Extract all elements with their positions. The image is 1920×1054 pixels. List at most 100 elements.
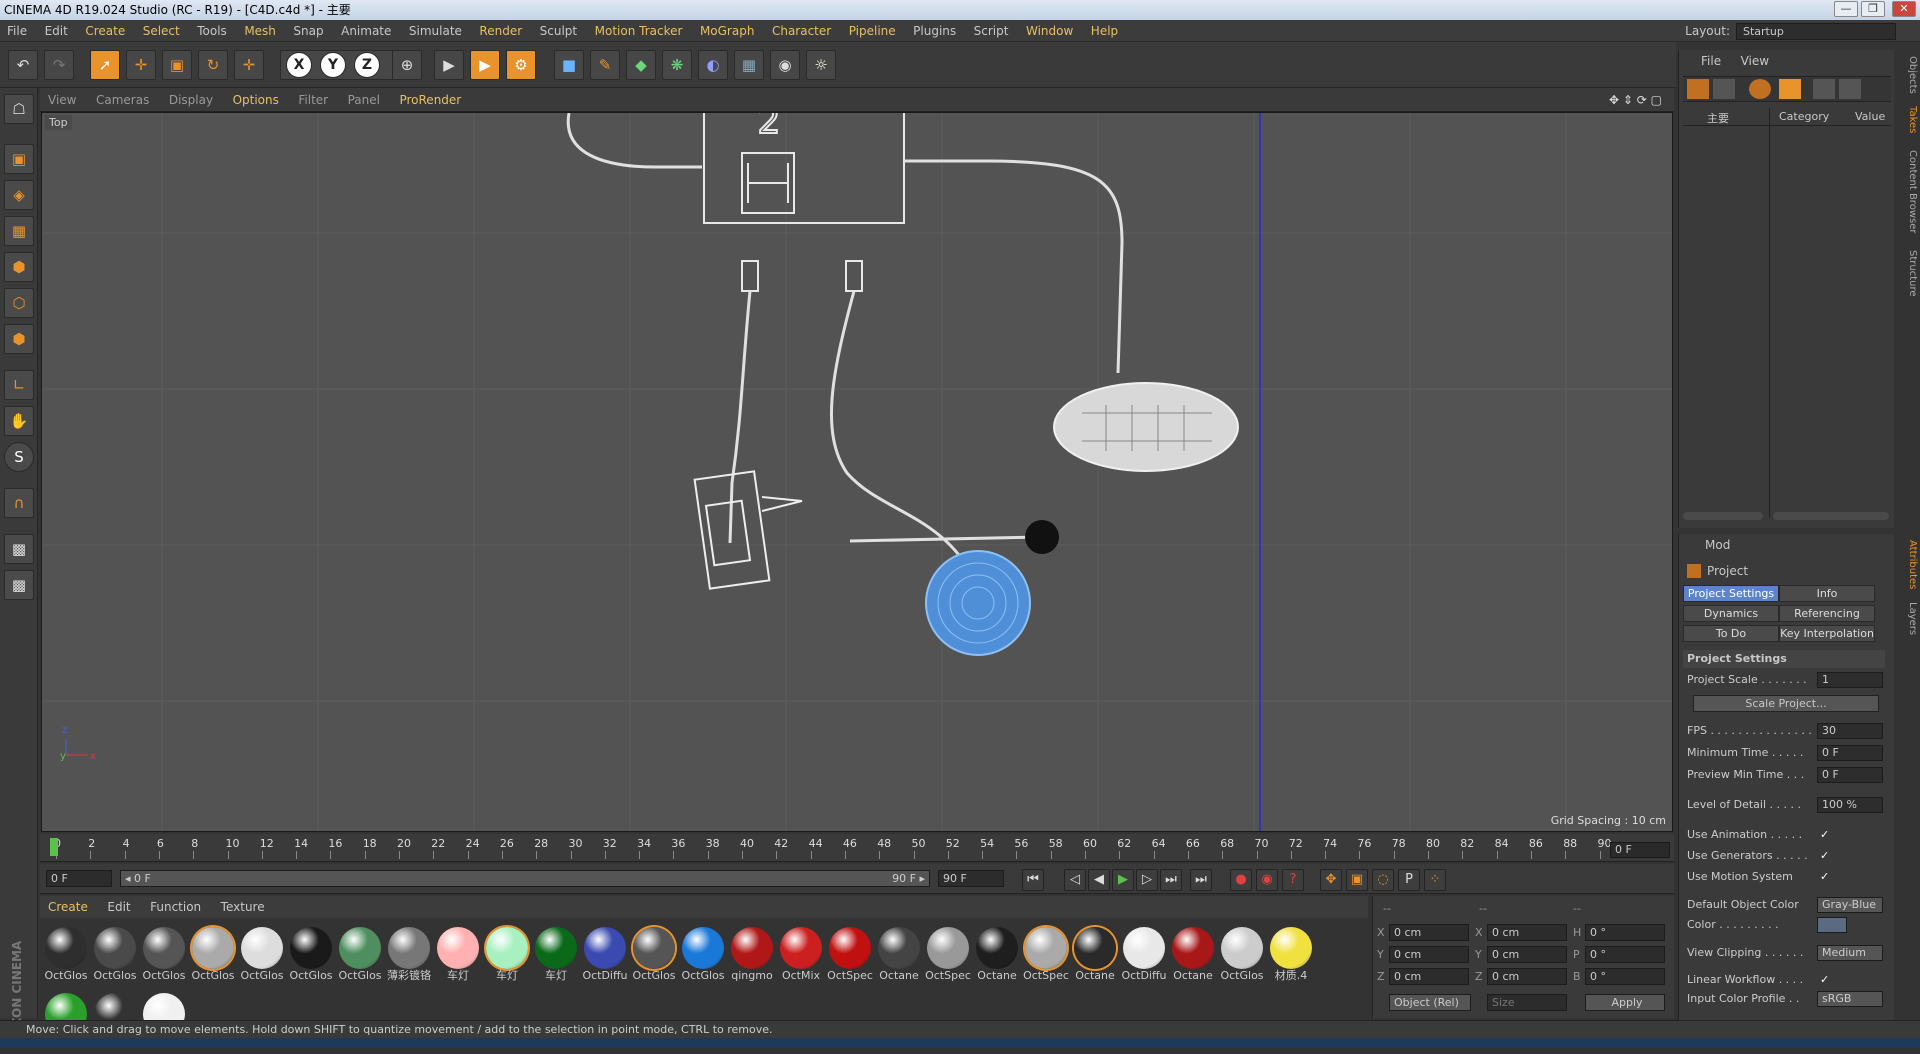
takes-main-label[interactable]: 主要 [1707, 110, 1729, 126]
timeline-ruler[interactable]: 0246810121416182022242628303234363840424… [40, 834, 1674, 862]
light-icon[interactable]: ☼ [806, 50, 836, 80]
menu-mograph[interactable]: MoGraph [693, 20, 762, 42]
material-swatch[interactable]: OctGlos [336, 924, 384, 988]
material-swatch[interactable]: OctGlos [238, 924, 286, 988]
polygons-mode-icon[interactable]: ⬢ [4, 324, 34, 354]
select-tool-icon[interactable]: ➚ [90, 50, 120, 80]
mat-menu-edit[interactable]: Edit [99, 896, 138, 918]
scale-project-button[interactable]: Scale Project... [1693, 695, 1879, 712]
use-animation-checkbox[interactable]: ✓ [1820, 826, 1829, 844]
viewport-navigation-icons[interactable]: ✥ ⇕ ⟳ ▢ [1601, 88, 1670, 112]
key-scale-icon[interactable]: ▣ [1346, 869, 1368, 891]
material-swatch[interactable]: 车灯 [532, 924, 580, 988]
key-position-icon[interactable]: ✥ [1320, 869, 1342, 891]
redo-icon[interactable]: ↷ [44, 50, 74, 80]
material-swatch[interactable]: 车灯 [434, 924, 482, 988]
size-z-field[interactable]: 0 cm [1487, 968, 1567, 985]
material-swatch[interactable]: Octane [1071, 924, 1119, 988]
viewport-top[interactable]: 2 zxy Top Grid Spacing : 10 cm [41, 112, 1673, 832]
attr-mode-menu[interactable]: Mod [1705, 538, 1730, 552]
menu-pipeline[interactable]: Pipeline [842, 20, 903, 42]
key-pla-icon[interactable]: ⁘ [1424, 869, 1446, 891]
go-to-end-icon[interactable]: ⏭ [1190, 869, 1212, 891]
input-color-profile-dropdown[interactable]: sRGB [1817, 991, 1883, 1007]
menu-snap[interactable]: Snap [286, 20, 330, 42]
material-swatch[interactable]: OctDiffu [581, 924, 629, 988]
move-tool-icon[interactable]: ✛ [126, 50, 156, 80]
takes-tool-1-icon[interactable] [1687, 79, 1709, 99]
vp-menu-panel[interactable]: Panel [340, 88, 388, 112]
vp-menu-cameras[interactable]: Cameras [88, 88, 157, 112]
autokey-icon[interactable]: ◉ [1256, 869, 1278, 891]
material-swatch[interactable]: qingmo [728, 924, 776, 988]
size-mode-dropdown[interactable]: Size [1487, 994, 1567, 1011]
tab-info[interactable]: Info [1779, 585, 1875, 602]
side-tab-attributes[interactable]: Attributes [1898, 540, 1918, 589]
takes-tool-6-icon[interactable] [1839, 79, 1861, 99]
material-swatch[interactable]: 车灯 [483, 924, 531, 988]
rot-p-field[interactable]: 0 ° [1585, 946, 1665, 963]
horizontal-scrollbar-left[interactable] [1683, 512, 1763, 520]
side-tab-content-browser[interactable]: Content Browser [1898, 150, 1918, 233]
render-settings-icon[interactable]: ⚙ [506, 50, 536, 80]
current-frame-field[interactable]: 0 F [1610, 842, 1670, 858]
y-axis-lock-icon[interactable]: Y [320, 52, 346, 78]
tweak-mode-icon[interactable]: ✋ [4, 406, 34, 436]
size-y-field[interactable]: 0 cm [1487, 946, 1567, 963]
play-icon[interactable]: ▶ [1112, 869, 1134, 891]
coordinate-system-icon[interactable]: ⊕ [392, 50, 422, 80]
takes-tool-4-icon[interactable] [1779, 79, 1801, 99]
material-swatch[interactable]: 薄彩镀铬 [385, 924, 433, 988]
render-picture-viewer-icon[interactable]: ▶ [470, 50, 500, 80]
vp-menu-view[interactable]: View [40, 88, 84, 112]
menu-create[interactable]: Create [78, 20, 132, 42]
next-frame-icon[interactable]: ▷ [1136, 869, 1158, 891]
workplane-mode-icon[interactable]: ▦ [4, 216, 34, 246]
menu-select[interactable]: Select [136, 20, 187, 42]
vp-menu-options[interactable]: Options [225, 88, 287, 112]
material-swatch[interactable]: OctGlos [679, 924, 727, 988]
takes-tool-3-icon[interactable] [1749, 79, 1771, 99]
default-object-color-dropdown[interactable]: Gray-Blue [1817, 897, 1883, 913]
planar-workplane-icon[interactable]: ▩ [4, 570, 34, 600]
menu-plugins[interactable]: Plugins [906, 20, 963, 42]
vp-menu-filter[interactable]: Filter [290, 88, 336, 112]
model-mode-icon[interactable]: ▣ [4, 144, 34, 174]
undo-icon[interactable]: ↶ [8, 50, 38, 80]
material-swatch[interactable]: 材质.4 [1267, 924, 1315, 988]
scale-tool-icon[interactable]: ▣ [162, 50, 192, 80]
material-swatch[interactable]: OctGlos [287, 924, 335, 988]
next-key-icon[interactable]: ⏭ [1160, 869, 1182, 891]
preview-min-time-field[interactable]: 0 F [1817, 767, 1883, 783]
floor-icon[interactable]: ▦ [734, 50, 764, 80]
material-swatch[interactable]: OctGlos [630, 924, 678, 988]
mat-menu-texture[interactable]: Texture [213, 896, 273, 918]
timeline-playhead[interactable] [50, 838, 58, 856]
pos-y-field[interactable]: 0 cm [1389, 946, 1469, 963]
record-icon[interactable]: ● [1230, 869, 1252, 891]
close-button[interactable]: ✕ [1892, 1, 1916, 17]
tab-dynamics[interactable]: Dynamics [1683, 605, 1779, 622]
takes-tool-5-icon[interactable] [1813, 79, 1835, 99]
snap-icon[interactable]: ∩ [4, 488, 34, 518]
material-swatch[interactable]: OctSpec [1022, 924, 1070, 988]
rotate-tool-icon[interactable]: ↻ [198, 50, 228, 80]
z-axis-lock-icon[interactable]: Z [354, 52, 380, 78]
cube-primitive-icon[interactable]: ■ [554, 50, 584, 80]
material-swatch[interactable]: OctGlos [189, 924, 237, 988]
camera-icon[interactable]: ◉ [770, 50, 800, 80]
vp-menu-prorender[interactable]: ProRender [391, 88, 469, 112]
transform-tool-icon[interactable]: ✛ [234, 50, 264, 80]
side-tab-layers[interactable]: Layers [1898, 602, 1918, 635]
texture-mode-icon[interactable]: ◈ [4, 180, 34, 210]
material-swatch[interactable]: OctSpec [826, 924, 874, 988]
mat-menu-create[interactable]: Create [40, 896, 96, 918]
previous-frame-icon[interactable]: ◀ [1088, 869, 1110, 891]
render-view-icon[interactable]: ▶ [434, 50, 464, 80]
menu-motion-tracker[interactable]: Motion Tracker [588, 20, 690, 42]
material-swatch[interactable]: OctGlos [91, 924, 139, 988]
menu-simulate[interactable]: Simulate [402, 20, 469, 42]
menu-sculpt[interactable]: Sculpt [533, 20, 584, 42]
material-swatch[interactable]: Octane [1169, 924, 1217, 988]
material-swatch[interactable]: OctGlos [42, 924, 90, 988]
